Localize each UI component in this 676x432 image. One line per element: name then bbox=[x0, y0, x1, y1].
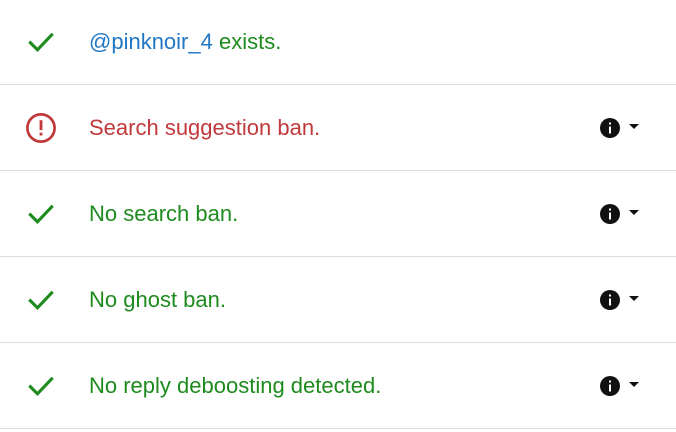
result-text: @pinknoir_4 exists. bbox=[89, 28, 281, 56]
info-dropdown-toggle[interactable] bbox=[598, 202, 646, 226]
ban-check-results-list: @pinknoir_4 exists. Search suggestion ba… bbox=[0, 0, 676, 432]
info-icon bbox=[598, 202, 622, 226]
caret-down-icon bbox=[629, 381, 639, 387]
result-row-account-exists: @pinknoir_4 exists. bbox=[0, 0, 676, 85]
info-icon bbox=[598, 116, 622, 140]
result-label: Search suggestion ban. bbox=[89, 114, 321, 140]
result-row-reply-deboosting: No reply deboosting detected. bbox=[0, 343, 676, 429]
result-label: exists. bbox=[212, 29, 282, 54]
result-row-search-ban: No search ban. bbox=[0, 171, 676, 257]
info-dropdown-toggle[interactable] bbox=[598, 288, 646, 312]
caret-down-icon bbox=[629, 123, 639, 129]
result-label: No reply deboosting detected. bbox=[89, 372, 382, 398]
result-row-search-suggestion-ban: Search suggestion ban. bbox=[0, 85, 676, 171]
info-icon bbox=[598, 288, 622, 312]
check-icon bbox=[24, 283, 58, 317]
caret-down-icon bbox=[629, 209, 639, 215]
result-label: No ghost ban. bbox=[89, 286, 226, 312]
info-icon bbox=[598, 374, 622, 398]
result-row-ghost-ban: No ghost ban. bbox=[0, 257, 676, 343]
caret-down-icon bbox=[629, 295, 639, 301]
alert-circle-icon bbox=[24, 111, 58, 145]
check-icon bbox=[24, 25, 58, 59]
account-handle-link[interactable]: @pinknoir_4 bbox=[89, 29, 213, 54]
info-dropdown-toggle[interactable] bbox=[598, 116, 646, 140]
check-icon bbox=[24, 369, 58, 403]
result-label: No search ban. bbox=[89, 200, 239, 226]
check-icon bbox=[24, 197, 58, 231]
info-dropdown-toggle[interactable] bbox=[598, 374, 646, 398]
